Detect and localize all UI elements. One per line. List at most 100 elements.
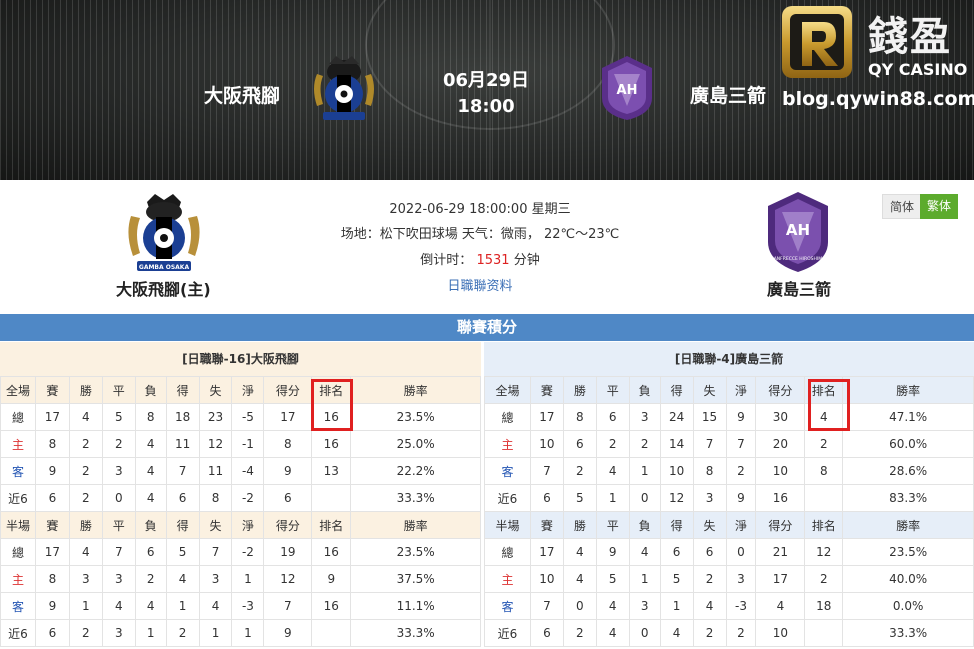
table-cell: 0 <box>628 619 661 647</box>
table-cell: 2 <box>165 619 200 647</box>
row-label: 近6 <box>484 484 531 512</box>
banner-home-team: 大阪飛腳 <box>204 85 281 107</box>
row-label: 近6 <box>484 619 531 647</box>
away-crest-text: SANFRECCE HIROSHIMA <box>771 256 826 262</box>
column-header: 全場 <box>484 376 531 404</box>
table-cell: 4 <box>755 592 806 620</box>
table-cell: 15 <box>692 403 727 431</box>
table-cell: 2 <box>562 619 597 647</box>
table-cell: 8 <box>562 403 597 431</box>
column-header: 勝 <box>68 376 103 404</box>
home-standings-panel: [日職聯-16]大阪飛腳 全場賽勝平負得失淨得分 排名 勝率總 17 4 5 8 18 23 -5… <box>0 342 481 647</box>
table-cell: 3 <box>628 403 661 431</box>
table-cell: 6 <box>529 619 564 647</box>
table-row: 總 17 4 9 4 6 6 0 21 12 23.5% <box>484 538 974 566</box>
row-label: 近6 <box>0 484 36 512</box>
table-cell <box>804 484 844 512</box>
table-cell: 6 <box>529 484 564 512</box>
brand-name-cn: 錢盈 <box>868 13 952 60</box>
column-header: 平 <box>595 376 630 404</box>
table-cell: 7 <box>529 457 564 485</box>
row-label: 主 <box>0 430 36 458</box>
table-cell: 5 <box>595 565 630 593</box>
table-cell: 6 <box>659 538 694 566</box>
column-header: 平 <box>101 511 136 539</box>
table-cell: 9 <box>34 457 70 485</box>
table-cell: 16 <box>311 538 352 566</box>
table-cell: 23.5% <box>350 538 481 566</box>
table-cell: 9 <box>34 592 70 620</box>
table-cell: 3 <box>692 484 727 512</box>
column-header: 負 <box>628 511 661 539</box>
table-cell: 7 <box>101 538 136 566</box>
table-cell: -3 <box>231 592 265 620</box>
table-cell: 8 <box>198 484 233 512</box>
table-cell: -2 <box>231 484 265 512</box>
away-team-name: 廣島三箭 <box>767 280 832 299</box>
table-cell: 4 <box>804 403 844 431</box>
column-header: 負 <box>134 511 167 539</box>
lang-simplified-button[interactable]: 简体 <box>882 194 923 219</box>
table-cell: 2 <box>134 565 167 593</box>
table-cell: 7 <box>263 592 313 620</box>
away-half-header-row: 半場賽勝平負得失淨得分 排名 勝率 <box>484 511 974 539</box>
table-cell: 9 <box>263 457 313 485</box>
table-cell: 1 <box>595 484 630 512</box>
home-full-header-row: 全場賽勝平負得失淨得分 排名 勝率 <box>0 376 481 404</box>
table-cell: 2 <box>562 457 597 485</box>
table-cell: 4 <box>659 619 694 647</box>
table-cell: 2 <box>68 484 103 512</box>
table-row: 主 8 3 3 2 4 3 1 12 9 37.5% <box>0 565 481 593</box>
table-cell: 7 <box>692 430 727 458</box>
table-cell: 13 <box>311 457 352 485</box>
table-cell: 9 <box>311 565 352 593</box>
table-cell: 2 <box>68 430 103 458</box>
table-row: 主 10 4 5 1 5 2 3 17 2 40.0% <box>484 565 974 593</box>
column-header: 淨 <box>725 376 757 404</box>
table-cell: 12 <box>198 430 233 458</box>
column-header: 得 <box>659 511 694 539</box>
table-cell: 7 <box>198 538 233 566</box>
lang-traditional-button[interactable]: 繁体 <box>920 194 959 219</box>
table-row: 總 17 4 7 6 5 7 -2 19 16 23.5% <box>0 538 481 566</box>
table-row: 近6 6 5 1 0 12 3 9 16 83.3% <box>484 484 974 512</box>
column-header: 勝 <box>68 511 103 539</box>
table-cell: 14 <box>659 430 694 458</box>
league-info-link[interactable]: 日職聯资料 <box>300 275 660 294</box>
column-header: 賽 <box>529 376 564 404</box>
table-cell: 1 <box>628 565 661 593</box>
table-cell: 25.0% <box>350 430 481 458</box>
table-cell: 22.2% <box>350 457 481 485</box>
column-header: 失 <box>692 376 727 404</box>
table-cell: 4 <box>101 592 136 620</box>
table-cell: 9 <box>725 484 757 512</box>
away-standings-header: [日職聯-4]廣島三箭 <box>484 342 974 376</box>
brand-url[interactable]: blog.qywin88.com <box>782 88 974 110</box>
table-cell: -3 <box>725 592 757 620</box>
column-header: 排名 <box>311 376 352 404</box>
table-cell: 17 <box>529 538 564 566</box>
table-cell: 11 <box>165 430 200 458</box>
table-cell: 17 <box>34 538 70 566</box>
table-cell: 23.5% <box>842 538 974 566</box>
table-cell: 83.3% <box>842 484 974 512</box>
table-cell: 37.5% <box>350 565 481 593</box>
column-header: 平 <box>101 376 136 404</box>
match-venue-weather: 场地：松下吹田球場 天气：微雨， 22℃～23℃ <box>340 227 620 242</box>
table-cell: 7 <box>725 430 757 458</box>
table-cell: 9 <box>725 403 757 431</box>
table-cell: 3 <box>628 592 661 620</box>
match-countdown: 倒计时： 1531 分钟 <box>300 249 660 268</box>
table-cell: 4 <box>562 565 597 593</box>
table-cell: 6 <box>595 403 630 431</box>
column-header: 平 <box>595 511 630 539</box>
table-cell: 2 <box>804 565 844 593</box>
table-cell: 3 <box>198 565 233 593</box>
banner-away-team: 廣島三箭 <box>690 85 767 107</box>
table-cell: 3 <box>101 619 136 647</box>
row-label: 客 <box>484 457 531 485</box>
table-cell: -4 <box>231 457 265 485</box>
table-cell: -5 <box>231 403 265 431</box>
table-cell: 7 <box>165 457 200 485</box>
table-cell: 17 <box>755 565 806 593</box>
